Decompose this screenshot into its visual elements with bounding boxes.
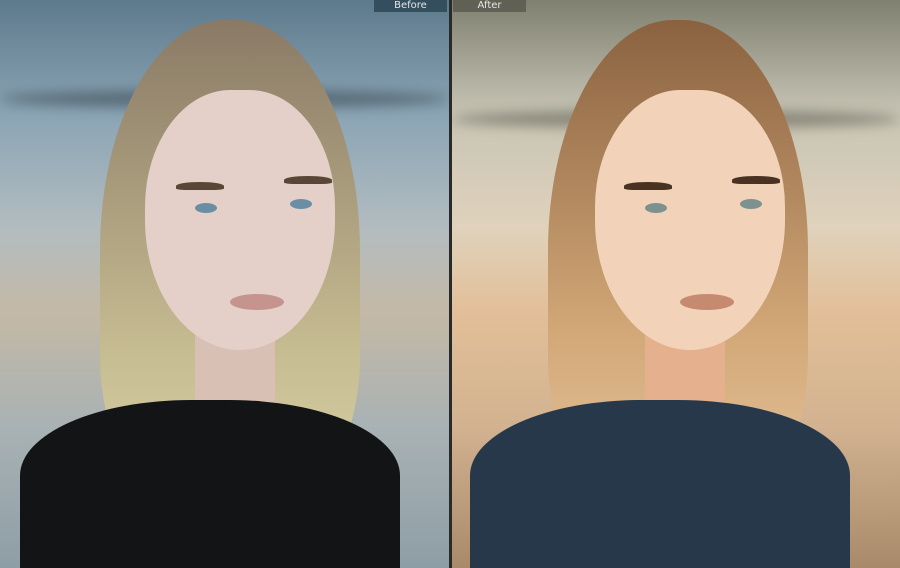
face xyxy=(595,90,785,350)
eyebrow xyxy=(284,176,332,184)
after-label: After xyxy=(453,0,526,12)
face xyxy=(145,90,335,350)
after-image-pane: After xyxy=(452,0,900,568)
navy-shirt xyxy=(470,400,850,568)
before-image-pane: Before xyxy=(0,0,449,568)
eyebrow xyxy=(176,182,224,190)
lips xyxy=(680,294,734,310)
eyebrow xyxy=(732,176,780,184)
black-shirt xyxy=(20,400,400,568)
eye xyxy=(290,199,312,209)
eye xyxy=(195,203,217,213)
before-label: Before xyxy=(374,0,447,12)
lips xyxy=(230,294,284,310)
eye xyxy=(740,199,762,209)
eyebrow xyxy=(624,182,672,190)
eye xyxy=(645,203,667,213)
